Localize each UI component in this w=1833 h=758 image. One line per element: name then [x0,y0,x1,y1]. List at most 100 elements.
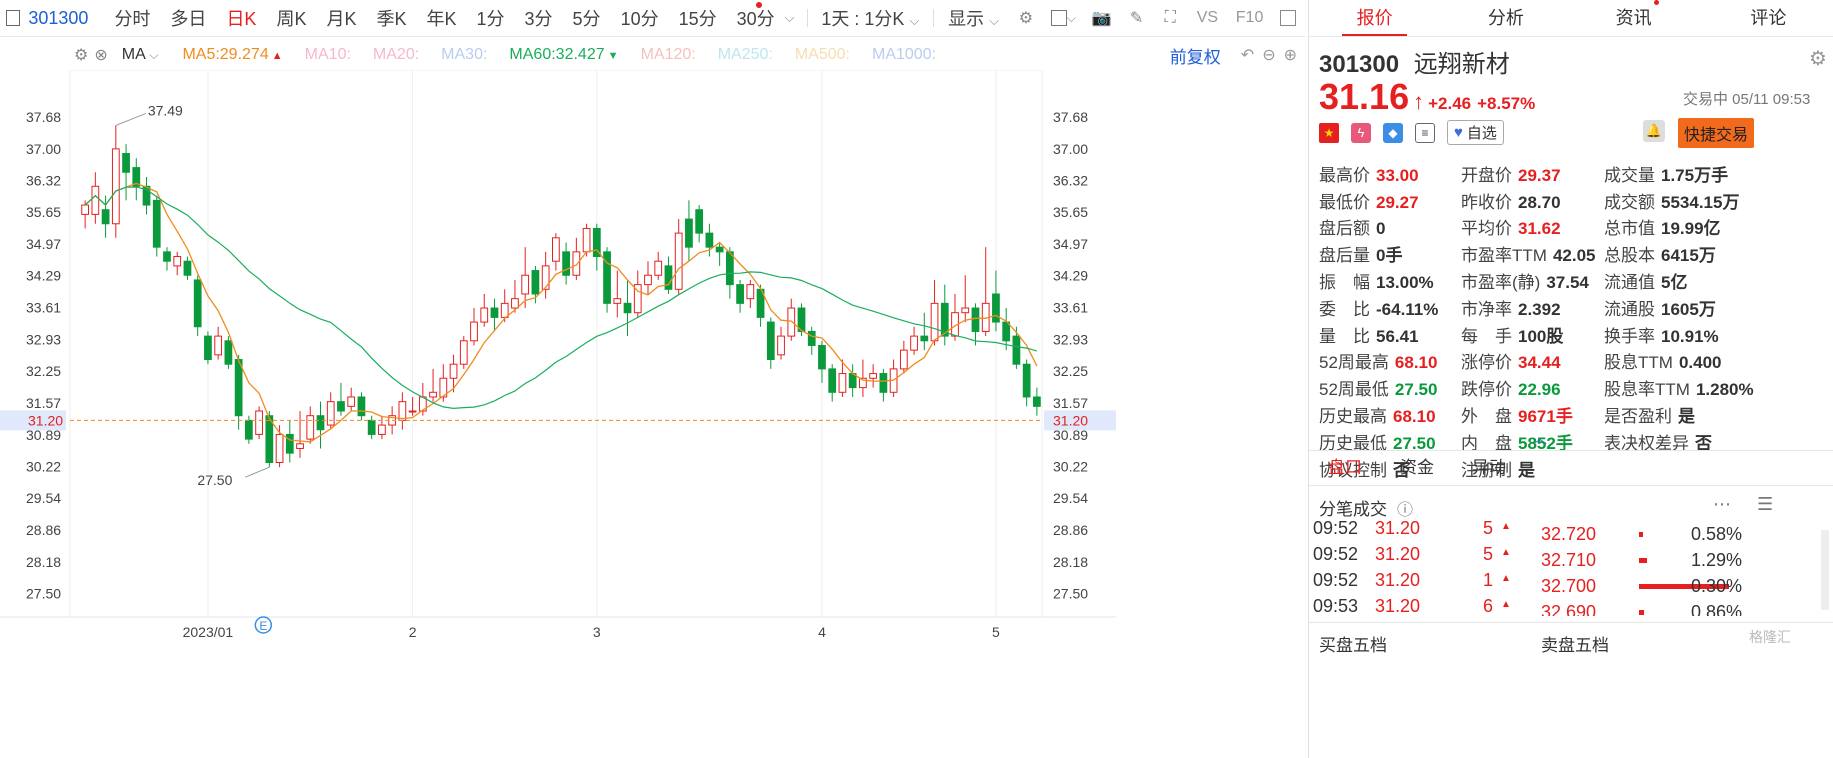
period-tab-0[interactable]: 分时 [114,5,150,31]
tick-up-icon: ▲ [1501,599,1511,610]
candle-4 [122,144,130,201]
quote-label: 平均价 [1461,219,1512,239]
y-tick-right-13: 28.86 [1053,522,1088,538]
ma-item-2[interactable]: MA20: [373,46,419,64]
indicator-close-icon[interactable]: ⊗ [94,45,107,65]
zoom-out-icon[interactable]: ⊖ [1262,45,1275,65]
period-tab-2[interactable]: 日K [226,5,256,31]
adjust-button[interactable]: 前复权 [1170,43,1221,68]
period-tab-11[interactable]: 15分 [679,5,717,31]
notes-icon[interactable]: ≡ [1415,122,1435,143]
camera-icon[interactable]: 📷 [1092,8,1112,28]
ticks-scrollbar[interactable] [1821,530,1829,610]
china-flag-icon[interactable]: ★ [1319,122,1339,143]
quote-cell: 总市值 19.99亿 [1604,214,1754,241]
sidebar-toggle-icon[interactable] [6,10,21,26]
indicator-settings-icon[interactable]: ⚙ [74,45,88,65]
fullscreen-icon[interactable]: ⛶ [1161,8,1179,28]
vs-compare-button[interactable]: VS [1195,8,1220,28]
candle-29 [378,415,386,440]
tick-up-icon: ▲ [1501,547,1511,558]
divider [806,9,808,27]
settings-gear-icon[interactable]: ⚙ [1017,8,1035,28]
period-tab-1[interactable]: 多日 [170,5,206,31]
quote-value: 0 [1376,219,1386,239]
period-tab-3[interactable]: 周K [276,5,306,31]
candle-89 [992,270,1000,332]
watch-button[interactable]: ♥ 自选 [1447,120,1504,145]
candle-21 [296,411,304,458]
undo-icon[interactable]: ↶ [1241,45,1254,65]
period-tab-9[interactable]: 5分 [573,5,601,31]
display-select[interactable]: 显示 ⌵ [948,5,999,31]
candle-45 [541,251,550,299]
panel-toggle-icon[interactable] [1279,8,1297,28]
quote-label: 总市值 [1604,219,1655,239]
f10-button[interactable]: F10 [1236,8,1264,28]
panel-tab-0[interactable]: 报价 [1309,0,1440,36]
period-tab-10[interactable]: 10分 [621,5,659,31]
quote-cell: 昨收价 28.70 [1461,187,1604,214]
y-tick-right-5: 34.29 [1053,268,1088,284]
menu-icon[interactable]: ☰ [1757,494,1773,515]
depth-tab-2[interactable]: 异动 [1453,451,1525,485]
zoom-in-icon[interactable]: ⊕ [1284,45,1297,65]
panel-settings-icon[interactable]: ⚙ [1809,46,1827,71]
period-tab-5[interactable]: 季K [376,5,406,31]
ma-arrow-icon: ▼ [604,50,619,62]
candle-81 [910,326,918,355]
more-options-icon[interactable]: ⋯ [1713,494,1731,515]
candle-66 [756,284,765,327]
intraday-period-select[interactable]: 1天 : 1分K ⌵ [821,5,919,31]
ticks-title: 分笔成交 [1319,500,1387,519]
ticks-list[interactable]: 09:52 31.20 5 ▲ 32.720 0.58% 09:52 31.20 5 ▲ 32.71… [1309,518,1833,616]
current-price-left: 31.20 [28,412,63,428]
quote-label: 开盘价 [1461,165,1512,185]
candle-82 [920,312,929,351]
panel-tab-3[interactable]: 评论 [1703,0,1833,36]
ma-arrow-icon: ▲ [268,50,283,62]
panel-tab-2[interactable]: 资讯 [1572,0,1703,36]
y-tick-left-7: 32.93 [26,331,61,347]
panel-tab-1[interactable]: 分析 [1440,0,1571,36]
ma-item-3[interactable]: MA30: [441,46,487,64]
lightning-icon[interactable]: ϟ [1351,122,1371,143]
period-more-icon[interactable]: ⌵ [785,10,795,26]
collapse-chevron-icon[interactable]: ︿ [1533,428,1547,448]
quote-cell: 市净率 2.392 [1461,294,1604,321]
period-tab-4[interactable]: 月K [326,5,356,31]
ma-item-6[interactable]: MA250: [718,46,773,64]
quote-value: 1.280% [1695,380,1754,400]
draw-pen-icon[interactable]: ✎ [1128,8,1146,28]
ma-item-4[interactable]: MA60:32.427 ▼ [509,46,618,64]
color-square-icon[interactable]: ⌵ [1050,8,1076,28]
ma-item-0[interactable]: MA5:29.274 ▲ [182,46,282,64]
depth-tab-1[interactable]: 资金 [1381,451,1453,485]
ma-item-7[interactable]: MA500: [795,46,850,64]
quote-cell: 涨停价 34.44 [1461,348,1604,375]
period-tab-6[interactable]: 年K [427,5,457,31]
quote-value: 0.400 [1678,353,1722,373]
depth-tab-0[interactable]: 盘口 [1309,451,1381,485]
tick-volume: 5 [1483,544,1494,564]
info-icon[interactable]: ⓘ [1397,496,1413,520]
alert-bell-icon[interactable]: 🔔 [1643,120,1665,142]
main-indicator-select[interactable]: MA ⌵ [122,46,159,64]
tag-icon[interactable]: ◆ [1383,122,1403,143]
period-tab-12[interactable]: 30分 [737,5,775,31]
y-tick-right-9: 31.57 [1053,395,1088,411]
candlestick-chart[interactable]: 37.68 37.68 37.00 37.00 36.32 36.32 35.65 35.65… [0,70,1116,655]
ma-item-8[interactable]: MA1000: [872,46,936,64]
stock-code-link[interactable]: 301300 [28,8,88,29]
ma-name: MA5: [182,46,220,63]
ma-item-5[interactable]: MA120: [641,46,696,64]
period-tab-8[interactable]: 3分 [525,5,553,31]
period-tab-7[interactable]: 1分 [477,5,505,31]
quote-label: 流通值 [1604,273,1655,293]
candle-67 [766,317,775,369]
y-tick-right-7: 32.93 [1053,331,1088,347]
ma-item-1[interactable]: MA10: [305,46,351,64]
quick-trade-button[interactable]: 快捷交易 [1678,118,1755,148]
quote-row: 历史最高 68.10 外 盘 9671手 是否盈利是 [1319,401,1754,428]
candle-48 [572,237,581,280]
